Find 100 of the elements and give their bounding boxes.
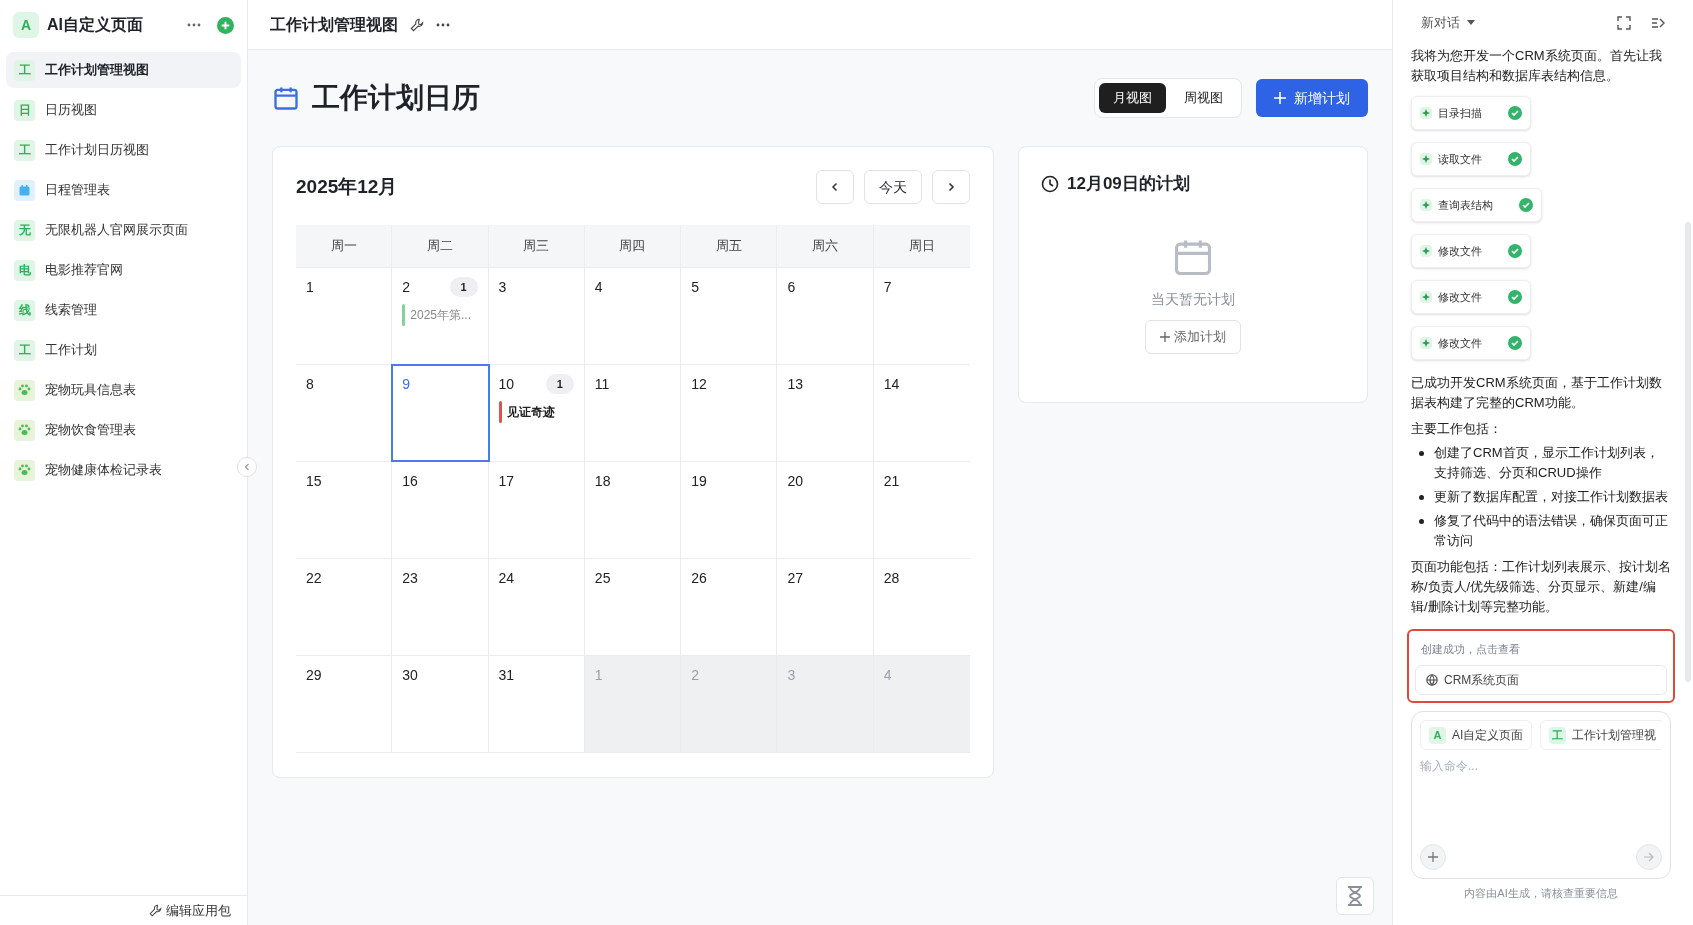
day-cell[interactable]: 12 [681,365,778,461]
day-cell[interactable]: 18 [584,462,682,558]
day-cell[interactable]: 19 [681,462,778,558]
day-cell[interactable]: 29 [296,656,393,752]
tool-step[interactable]: 修改文件 [1411,234,1531,268]
sidebar-item[interactable]: 日程管理表 [6,172,241,208]
context-chip[interactable]: 工 工作计划管理视 [1540,720,1662,750]
day-cell[interactable]: 3 [488,268,585,364]
collapse-handle[interactable] [237,457,257,477]
empty-message: 当天暂无计划 [1151,289,1235,309]
view-tab[interactable]: 周视图 [1170,83,1237,113]
sidebar-item[interactable]: 无 无限机器人官网展示页面 [6,212,241,248]
add-plan-button[interactable]: 添加计划 [1145,319,1241,354]
day-cell[interactable]: 24 [488,559,585,655]
sidebar-item[interactable]: 工 工作计划 [6,332,241,368]
day-number: 23 [402,568,418,588]
tool-step[interactable]: 查询表结构 [1411,188,1542,222]
disclaimer: 内容由AI生成，请核查重要信息 [1463,886,1619,901]
command-input-field[interactable]: 输入命令... [1420,756,1662,776]
fullscreen-icon[interactable] [1617,16,1631,30]
day-cell[interactable]: 10 1 见证奇迹 [488,365,585,461]
letter-badge: 电 [14,259,35,281]
day-cell[interactable]: 31 [488,656,585,752]
wrench-icon[interactable] [410,17,424,32]
sidebar-item[interactable]: 电 电影推荐官网 [6,252,241,288]
day-cell[interactable]: 22 [296,559,393,655]
day-cell[interactable]: 5 [681,268,778,364]
day-number: 2 [402,277,411,297]
tool-step[interactable]: 修改文件 [1411,326,1531,360]
sidebar-item[interactable]: 宠物健康体检记录表 [6,452,241,488]
add-icon[interactable] [217,16,234,34]
day-number: 9 [402,374,411,394]
count-badge: 1 [545,374,574,394]
sidebar-item[interactable]: 宠物饮食管理表 [6,412,241,448]
day-cell[interactable]: 15 [296,462,393,558]
hourglass-button[interactable] [1336,877,1374,915]
day-cell[interactable]: 2 1 2025年第... [392,268,489,364]
day-cell[interactable]: 20 [777,462,874,558]
day-cell[interactable]: 14 [873,365,970,461]
tool-step[interactable]: 读取文件 [1411,142,1531,176]
more-icon[interactable] [187,23,201,27]
more-icon[interactable] [436,22,450,27]
day-cell[interactable]: 26 [681,559,778,655]
list-item-text: 创建了CRM首页，显示工作计划列表，支持筛选、分页和CRUD操作 [1434,444,1660,482]
day-cell[interactable]: 27 [777,559,874,655]
result-link[interactable]: CRM系统页面 [1415,665,1667,695]
weekday-label: 周五 [715,237,742,256]
view-tab[interactable]: 月视图 [1099,83,1166,113]
edit-package-link[interactable]: 编辑应用包 [166,900,231,921]
caret-down-icon[interactable] [1467,20,1475,26]
day-number: 30 [402,665,418,685]
weekday-label: 周二 [426,237,453,256]
day-cell[interactable]: 6 [777,268,874,364]
day-cell[interactable]: 9 [392,365,489,461]
day-cell[interactable]: 1 [296,268,393,364]
tool-step[interactable]: 目录扫描 [1411,96,1531,130]
day-cell[interactable]: 25 [584,559,682,655]
day-cell[interactable]: 17 [488,462,585,558]
sidebar-item[interactable]: 日 日历视图 [6,92,241,128]
day-cell[interactable]: 21 [873,462,970,558]
paw-icon [14,379,35,401]
sidebar-item[interactable]: 线 线索管理 [6,292,241,328]
day-number: 14 [883,374,900,394]
conversation-selector[interactable]: 新对话 [1421,13,1460,33]
page-title: 工作计划日历 [312,81,480,115]
tool-icon [1420,199,1432,211]
day-number: 20 [787,471,803,491]
app-badge: A [13,12,39,38]
paw-icon [14,419,35,441]
day-number: 28 [883,568,900,588]
add-attachment-button[interactable] [1420,844,1446,870]
sidebar-item[interactable]: 工 工作计划日历视图 [6,132,241,168]
tool-step[interactable]: 修改文件 [1411,280,1531,314]
day-cell[interactable]: 8 [296,365,393,461]
add-plan-button[interactable]: 新增计划 [1256,79,1368,117]
day-plan-title: 12月09日的计划 [1067,173,1190,195]
day-cell[interactable]: 30 [392,656,489,752]
context-chip[interactable]: A AI自定义页面 [1420,720,1533,750]
day-cell[interactable]: 13 [777,365,874,461]
sidebar-item[interactable]: 工 工作计划管理视图 [6,52,241,88]
event-title[interactable]: 2025年第... [410,306,471,324]
bullet-icon [1419,451,1424,456]
day-cell[interactable]: 4 [584,268,682,364]
today-button[interactable]: 今天 [864,170,922,204]
tool-icon [1420,337,1432,349]
day-number: 18 [594,471,611,491]
day-cell[interactable]: 7 [873,268,970,364]
day-number: 15 [306,471,322,491]
sidebar-item[interactable]: 宠物玩具信息表 [6,372,241,408]
clock-icon [1041,174,1059,193]
day-cell[interactable]: 23 [392,559,489,655]
day-cell[interactable]: 28 [873,559,970,655]
collapse-panel-icon[interactable] [1651,16,1665,30]
day-number: 1 [594,665,603,685]
day-number: 26 [691,568,707,588]
day-cell[interactable]: 16 [392,462,489,558]
day-cell[interactable]: 11 [584,365,682,461]
message-text: 已成功开发CRM系统页面，基于工作计划数据表构建了完整的CRM功能。 [1411,374,1663,412]
calendar-icon [14,179,35,201]
event-title[interactable]: 见证奇迹 [506,403,555,421]
